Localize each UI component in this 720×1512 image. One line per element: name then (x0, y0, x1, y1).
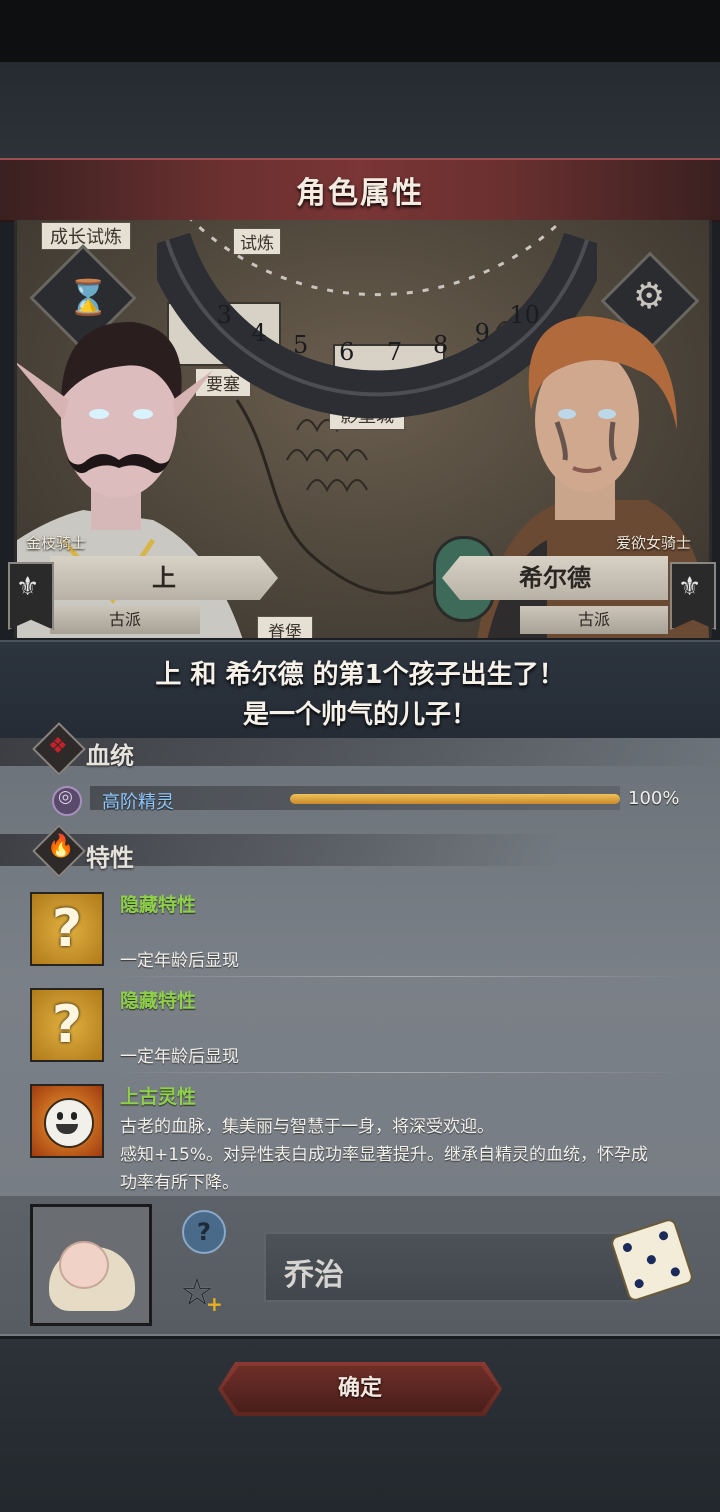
race-name: 高阶精灵 (102, 792, 174, 813)
child-portrait[interactable] (30, 1204, 152, 1326)
trait-3-desc-line2: 感知+15%。对异性表白成功率显著提升。继承自精灵的血统，怀孕成 (120, 1145, 649, 1165)
right-faction-plate: 古派 (520, 606, 668, 634)
dial-number: 3 (216, 300, 232, 329)
bloodline-bar-fill (290, 794, 620, 804)
traits-title: 特性 (86, 844, 134, 872)
dial-number: 5 (293, 331, 309, 360)
trait-2-desc: 一定年龄后显现 (120, 1047, 239, 1067)
smile-sun-icon (44, 1098, 94, 1148)
question-icon: ? (51, 995, 83, 1055)
dial-number: 8 (432, 331, 449, 360)
question-icon: ? (51, 899, 83, 959)
trait-1-icon-box[interactable]: ? (30, 892, 104, 966)
confirm-button[interactable]: 确定 (218, 1362, 502, 1416)
right-rank-label: 爱欲女骑士 (616, 534, 692, 552)
trait-3-desc-line3: 功率有所下降。 (120, 1173, 239, 1193)
question-icon[interactable]: ? (182, 1210, 226, 1254)
birth-message-line1: 上 和 希尔德 的第1个孩子出生了！ (155, 660, 565, 690)
trait-2-name: 隐藏特性 (120, 990, 197, 1012)
fire-icon: 🔥 (47, 834, 75, 859)
baby-face (59, 1241, 109, 1289)
map-label-ridge-fort: 脊堡 (257, 616, 313, 638)
bloodline-percent: 100% (628, 788, 680, 809)
left-faction-icon: ⚜ (16, 572, 40, 602)
right-character-name: 希尔德 (519, 564, 591, 592)
left-character-name: 上 (152, 564, 176, 592)
left-faction-plate: 古派 (50, 606, 200, 634)
race-symbol-icon: ◎ (58, 787, 73, 807)
dial-number: 9 (474, 318, 490, 347)
header-background (0, 62, 720, 160)
left-name-plate[interactable]: 上 (50, 556, 278, 600)
right-faction-icon: ⚜ (678, 572, 702, 602)
birth-message-line2: 是一个帅气的儿子！ (242, 700, 477, 730)
trait-3-desc-line1: 古老的血脉，集美丽与智慧于一身，将深受欢迎。 (120, 1117, 494, 1137)
dial-number: 7 (386, 337, 403, 366)
trait-3-icon-box[interactable] (30, 1084, 104, 1158)
map-label-growth-trial: 成长试炼 (41, 222, 131, 250)
blood-drop-icon: ❖ (48, 734, 68, 759)
trait-1-name: 隐藏特性 (120, 894, 197, 916)
trait-3-name: 上古灵性 (120, 1086, 197, 1108)
left-rank-label: 金枝骑士 (26, 534, 87, 552)
child-name-field[interactable]: 乔治 (264, 1232, 638, 1302)
left-faction-label: 古派 (108, 610, 141, 629)
trait-2-icon-box[interactable]: ? (30, 988, 104, 1062)
right-faction-label: 古派 (577, 610, 610, 629)
bloodline-bar-track (290, 794, 620, 804)
top-bar (0, 0, 720, 62)
trait-separator (110, 1072, 690, 1073)
child-name: 乔治 (284, 1258, 344, 1293)
right-name-plate[interactable]: 希尔德 (442, 556, 668, 600)
page-title: 角色属性 (296, 176, 424, 211)
dial-number: 4 (251, 318, 267, 347)
bloodline-title: 血统 (86, 742, 134, 770)
confirm-label: 确定 (337, 1376, 382, 1401)
trait-separator (110, 976, 690, 977)
dial-number: 6 (339, 337, 355, 366)
dial-number: 10 (509, 300, 540, 329)
plus-icon: + (206, 1292, 223, 1316)
trait-1-desc: 一定年龄后显现 (120, 951, 239, 971)
